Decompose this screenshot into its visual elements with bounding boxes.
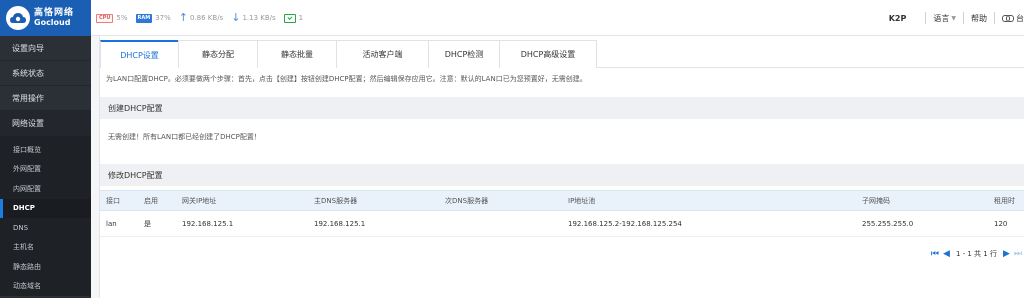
language-label: 语言 — [933, 13, 950, 23]
header-actions: K2P 语言 ▼ 帮助 台 — [889, 0, 1024, 36]
sidebar-item-network-settings[interactable]: 网络设置 — [0, 111, 91, 136]
header-divider — [994, 12, 995, 24]
cpu-icon: CPU — [96, 13, 114, 23]
help-link[interactable]: 帮助 — [971, 13, 987, 24]
language-dropdown[interactable]: 语言 ▼ — [933, 13, 956, 24]
page-info: 1 - 1 共 1 行 — [955, 250, 997, 258]
brand-name-cn: 高恪网络 — [34, 8, 75, 18]
sidebar-item-setup-wizard[interactable]: 设置向导 — [0, 36, 91, 61]
sidebar-submenu: 接口概览 外网配置 内网配置 DHCP DNS 主机名 静态路由 动态域名 — [0, 136, 91, 296]
col-lease-time[interactable]: 租用时 — [994, 196, 1015, 206]
cpu-value: 5% — [116, 14, 128, 22]
first-page-icon[interactable]: ⏮ — [931, 249, 939, 259]
upload-speed: ↑ 0.86 KB/s — [178, 11, 224, 24]
main-content: DHCP设置 静态分配 静态批量 活动客户端 DHCP检测 DHCP高级设置 为… — [100, 36, 1024, 298]
edit-panel-title: 修改DHCP配置 — [100, 164, 1024, 186]
create-panel-title: 创建DHCP配置 — [100, 97, 1024, 119]
device-model: K2P — [888, 13, 907, 23]
app-window: 高恪网络 Gocloud CPU 5% RAM 37% ↑ 0.86 KB/s … — [0, 0, 1024, 298]
pagination: ⏮ ◀ 1 - 1 共 1 行 ▶ ⏭ — [929, 248, 1024, 260]
ram-usage: RAM 37% — [135, 13, 171, 23]
system-stats: CPU 5% RAM 37% ↑ 0.86 KB/s ↓ 1.13 KB/s 1 — [96, 12, 311, 24]
sidebar-item-hostname[interactable]: 主机名 — [0, 238, 91, 258]
col-interface[interactable]: 接口 — [106, 196, 120, 206]
sidebar-item-interface-overview[interactable]: 接口概览 — [0, 140, 91, 160]
extra-label: 台 — [1016, 13, 1024, 23]
chevron-down-icon: ▼ — [951, 14, 956, 22]
sidebar-item-ddns[interactable]: 动态域名 — [0, 277, 91, 297]
cell-ip-pool: 192.168.125.2-192.168.125.254 — [568, 219, 682, 228]
col-enabled[interactable]: 启用 — [144, 196, 158, 206]
prev-page-icon[interactable]: ◀ — [943, 249, 950, 259]
sidebar-item-common-ops[interactable]: 常用操作 — [0, 86, 91, 111]
table-header: 接口 启用 网关IP地址 主DNS服务器 次DNS服务器 IP地址池 子网掩码 … — [100, 190, 1024, 211]
upload-arrow-icon: ↑ — [178, 11, 188, 24]
sidebar-item-dns[interactable]: DNS — [0, 218, 91, 238]
download-arrow-icon: ↓ — [231, 11, 241, 24]
tab-active-clients[interactable]: 活动客户端 — [336, 40, 429, 68]
tab-dhcp-settings[interactable]: DHCP设置 — [100, 40, 179, 68]
dhcp-table: 接口 启用 网关IP地址 主DNS服务器 次DNS服务器 IP地址池 子网掩码 … — [100, 190, 1024, 237]
col-gateway-ip[interactable]: 网关IP地址 — [182, 196, 216, 206]
col-ip-pool[interactable]: IP地址池 — [568, 196, 595, 206]
connection-value: 1 — [298, 14, 304, 22]
connection-count: 1 — [283, 13, 304, 23]
instructions-text: 为LAN口配置DHCP。必须要做两个步骤：首先，点击【创建】按钮创建DHCP配置… — [106, 75, 587, 83]
header-divider — [963, 12, 964, 24]
col-primary-dns[interactable]: 主DNS服务器 — [314, 196, 357, 206]
cell-subnet-mask: 255.255.255.0 — [862, 219, 914, 228]
ram-value: 37% — [155, 14, 171, 22]
ram-icon: RAM — [135, 13, 153, 23]
col-subnet-mask[interactable]: 子网掩码 — [862, 196, 890, 206]
brand-name-en: Gocloud — [34, 18, 71, 27]
cpu-usage: CPU 5% — [96, 13, 128, 23]
sidebar-item-dhcp[interactable]: DHCP — [0, 198, 91, 218]
tab-static-batch[interactable]: 静态批量 — [257, 40, 337, 68]
top-bar: 高恪网络 Gocloud CPU 5% RAM 37% ↑ 0.86 KB/s … — [0, 0, 1024, 36]
network-check-icon — [283, 13, 296, 23]
sidebar-item-static-route[interactable]: 静态路由 — [0, 257, 91, 277]
cell-lease-time: 120 — [994, 219, 1008, 228]
cloud-logo-icon — [6, 6, 30, 30]
sidebar-item-wan-config[interactable]: 外网配置 — [0, 160, 91, 180]
upload-value: 0.86 KB/s — [190, 14, 224, 22]
link-icon — [1002, 14, 1014, 22]
cell-primary-dns: 192.168.125.1 — [314, 219, 366, 228]
tab-dhcp-advanced[interactable]: DHCP高级设置 — [499, 40, 597, 68]
sidebar-gutter — [91, 36, 100, 298]
header-divider — [925, 12, 927, 24]
tab-static-assign[interactable]: 静态分配 — [178, 40, 258, 68]
download-speed: ↓ 1.13 KB/s — [231, 11, 276, 24]
col-secondary-dns[interactable]: 次DNS服务器 — [445, 196, 488, 206]
sidebar: 设置向导 系统状态 常用操作 网络设置 接口概览 外网配置 内网配置 DHCP … — [0, 36, 91, 298]
last-page-icon[interactable]: ⏭ — [1014, 249, 1022, 259]
cell-gateway-ip: 192.168.125.1 — [182, 219, 234, 228]
brand-logo[interactable]: 高恪网络 Gocloud — [0, 0, 91, 36]
sidebar-item-system-status[interactable]: 系统状态 — [0, 61, 91, 86]
tab-dhcp-detect[interactable]: DHCP检测 — [428, 40, 500, 68]
create-panel-message: 无需创建！所有LAN口都已经创建了DHCP配置！ — [108, 133, 261, 141]
next-page-icon[interactable]: ▶ — [1003, 249, 1010, 259]
download-value: 1.13 KB/s — [242, 14, 276, 22]
cell-enabled: 是 — [144, 219, 151, 228]
sidebar-item-lan-config[interactable]: 内网配置 — [0, 179, 91, 199]
extra-link[interactable]: 台 — [1002, 13, 1024, 24]
table-row[interactable]: lan 是 192.168.125.1 192.168.125.1 192.16… — [100, 211, 1024, 237]
cell-interface: lan — [106, 219, 117, 228]
tab-bar: DHCP设置 静态分配 静态批量 活动客户端 DHCP检测 DHCP高级设置 — [100, 40, 1024, 68]
